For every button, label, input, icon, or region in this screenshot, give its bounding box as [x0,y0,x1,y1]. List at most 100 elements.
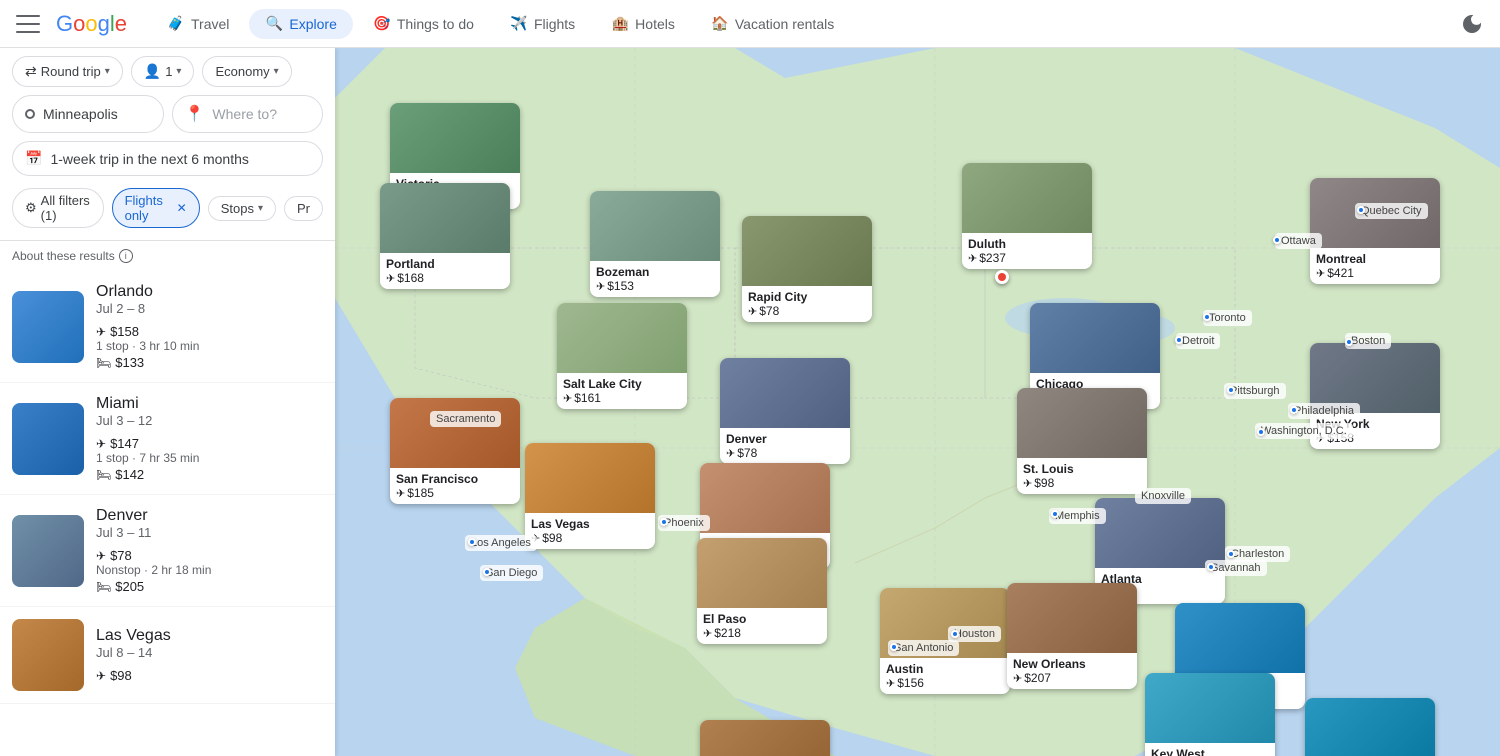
nav-tab-travel[interactable]: 🧳 Travel [151,9,245,39]
about-results: About these results i [0,241,335,271]
search-row: Minneapolis 📍 Where to? [12,95,323,133]
result-image [12,619,84,691]
origin-input[interactable]: Minneapolis [12,95,164,133]
passengers-arrow: ▾ [176,66,181,77]
price-label: Pr [297,201,310,216]
plane-icon: ✈ [96,325,106,339]
plane-icon: ✈ [96,669,106,683]
info-icon[interactable]: i [119,249,133,263]
hamburger-menu[interactable] [16,12,40,36]
pittsburgh-dot[interactable] [1227,386,1235,394]
destination-input[interactable]: 📍 Where to? [172,95,324,133]
result-card-las-vegas[interactable]: Las Vegas Jul 8 – 14 ✈ $98 [0,607,335,704]
result-hotel-price: 🛏 $142 [96,467,311,482]
washington-dot[interactable] [1257,428,1265,436]
nav-tab-explore[interactable]: 🔍 Explore [249,9,352,39]
result-city-name: Miami [96,395,311,413]
passengers-dropdown[interactable]: 👤 1 ▾ [131,56,195,87]
explore-icon: 🔍 [265,15,283,33]
map-background: Victoria ✈ $305 Portland ✈ $168 Bozeman [335,48,1500,756]
cabin-arrow: ▾ [274,66,279,77]
left-panel: ⇄ Round trip ▾ 👤 1 ▾ Economy ▾ Minneapol… [0,48,335,756]
map-label-philadelphia[interactable]: Philadelphia [1288,403,1360,419]
about-text[interactable]: About these results [12,249,115,263]
destination-placeholder: Where to? [212,106,277,122]
stops-arrow-icon: ▾ [258,203,263,214]
boston-dot[interactable] [1345,338,1353,346]
date-text: 1-week trip in the next 6 months [50,151,248,167]
flight-price-value: $98 [110,668,132,683]
nav-tab-flights[interactable]: ✈️ Flights [494,9,591,39]
result-info: Las Vegas Jul 8 – 14 ✈ $98 [84,627,323,683]
result-city-name: Denver [96,507,311,525]
trip-controls-row: ⇄ Round trip ▾ 👤 1 ▾ Economy ▾ [12,56,323,87]
nav-tab-travel-label: Travel [191,16,229,32]
ottawa-dot[interactable] [1273,236,1281,244]
philadelphia-dot[interactable] [1290,406,1298,414]
result-flight-detail: 1 stop · 7 hr 35 min [96,451,311,465]
result-image [12,291,84,363]
nav-tab-hotels-label: Hotels [635,16,675,32]
destination-pin-icon: 📍 [185,104,205,124]
trip-type-dropdown[interactable]: ⇄ Round trip ▾ [12,56,123,87]
stops-label: Stops [221,201,254,216]
map-label-nville[interactable]: Knoxville [1135,488,1191,504]
savannah-dot[interactable] [1207,563,1215,571]
result-card-miami[interactable]: Miami Jul 3 – 12 ✈ $147 1 stop · 7 hr 35… [0,383,335,495]
san-diego-dot[interactable] [483,568,491,576]
map-label-san_antonio[interactable]: San Antonio [888,640,959,656]
price-chip[interactable]: Pr [284,196,323,221]
toronto-dot[interactable] [1203,313,1211,321]
controls-area: ⇄ Round trip ▾ 👤 1 ▾ Economy ▾ Minneapol… [0,48,335,241]
all-filters-chip[interactable]: ⚙ All filters (1) [12,188,104,228]
nav-tab-flights-label: Flights [534,16,575,32]
travel-icon: 🧳 [167,15,185,33]
flights-only-close-icon[interactable]: ✕ [177,201,187,215]
stops-chip[interactable]: Stops ▾ [208,196,276,221]
memphis-dot[interactable] [1051,510,1059,518]
nav-tab-things[interactable]: 🎯 Things to do [357,9,490,39]
map-label-sacramento[interactable]: Sacramento [430,411,501,427]
calendar-icon: 📅 [25,150,42,167]
date-selector[interactable]: 📅 1-week trip in the next 6 months [12,141,323,176]
nav-tab-explore-label: Explore [289,16,336,32]
quebec-dot[interactable] [1357,206,1365,214]
charleston-dot[interactable] [1227,550,1235,558]
cabin-dropdown[interactable]: Economy ▾ [202,56,291,87]
nav-tab-vacation[interactable]: 🏠 Vacation rentals [695,9,850,39]
result-card-denver[interactable]: Denver Jul 3 – 11 ✈ $78 Nonstop · 2 hr 1… [0,495,335,607]
result-hotel-price: 🛏 $205 [96,579,311,594]
map-label-quebec[interactable]: Quebec City [1355,203,1428,219]
map-area[interactable]: Victoria ✈ $305 Portland ✈ $168 Bozeman [335,48,1500,756]
map-label-washington[interactable]: Washington, D.C. [1255,423,1353,439]
dark-mode-button[interactable] [1460,12,1484,36]
bed-icon: 🛏 [96,468,111,482]
hotel-price-value: $142 [115,467,144,482]
nav-tab-vacation-label: Vacation rentals [735,16,834,32]
result-flight-price: ✈ $78 [96,548,311,563]
result-info: Orlando Jul 2 – 8 ✈ $158 1 stop · 3 hr 1… [84,283,323,370]
san-antonio-dot[interactable] [890,643,898,651]
result-card-orlando[interactable]: Orlando Jul 2 – 8 ✈ $158 1 stop · 3 hr 1… [0,271,335,383]
result-dates: Jul 3 – 11 [96,525,311,540]
trip-type-arrow: ▾ [105,66,110,77]
flights-only-chip[interactable]: Flights only ✕ [112,188,200,228]
nav-tab-things-label: Things to do [397,16,474,32]
phoenix-dot[interactable] [660,518,668,526]
bed-icon: 🛏 [96,580,111,594]
result-flight-price: ✈ $147 [96,436,311,451]
flights-icon: ✈️ [510,15,528,33]
result-city-name: Las Vegas [96,627,311,645]
origin-marker [995,270,1009,284]
detroit-dot[interactable] [1175,336,1183,344]
result-dates: Jul 2 – 8 [96,301,311,316]
result-flight-detail: Nonstop · 2 hr 18 min [96,563,311,577]
result-image [12,515,84,587]
hotel-price-value: $205 [115,579,144,594]
nav-tab-hotels[interactable]: 🏨 Hotels [595,9,691,39]
los-angeles-dot[interactable] [468,538,476,546]
hotels-icon: 🏨 [611,15,629,33]
houston-dot[interactable] [951,630,959,638]
map-label-ottawa[interactable]: Ottawa [1275,233,1322,249]
filters-row: ⚙ All filters (1) Flights only ✕ Stops ▾… [12,184,323,232]
